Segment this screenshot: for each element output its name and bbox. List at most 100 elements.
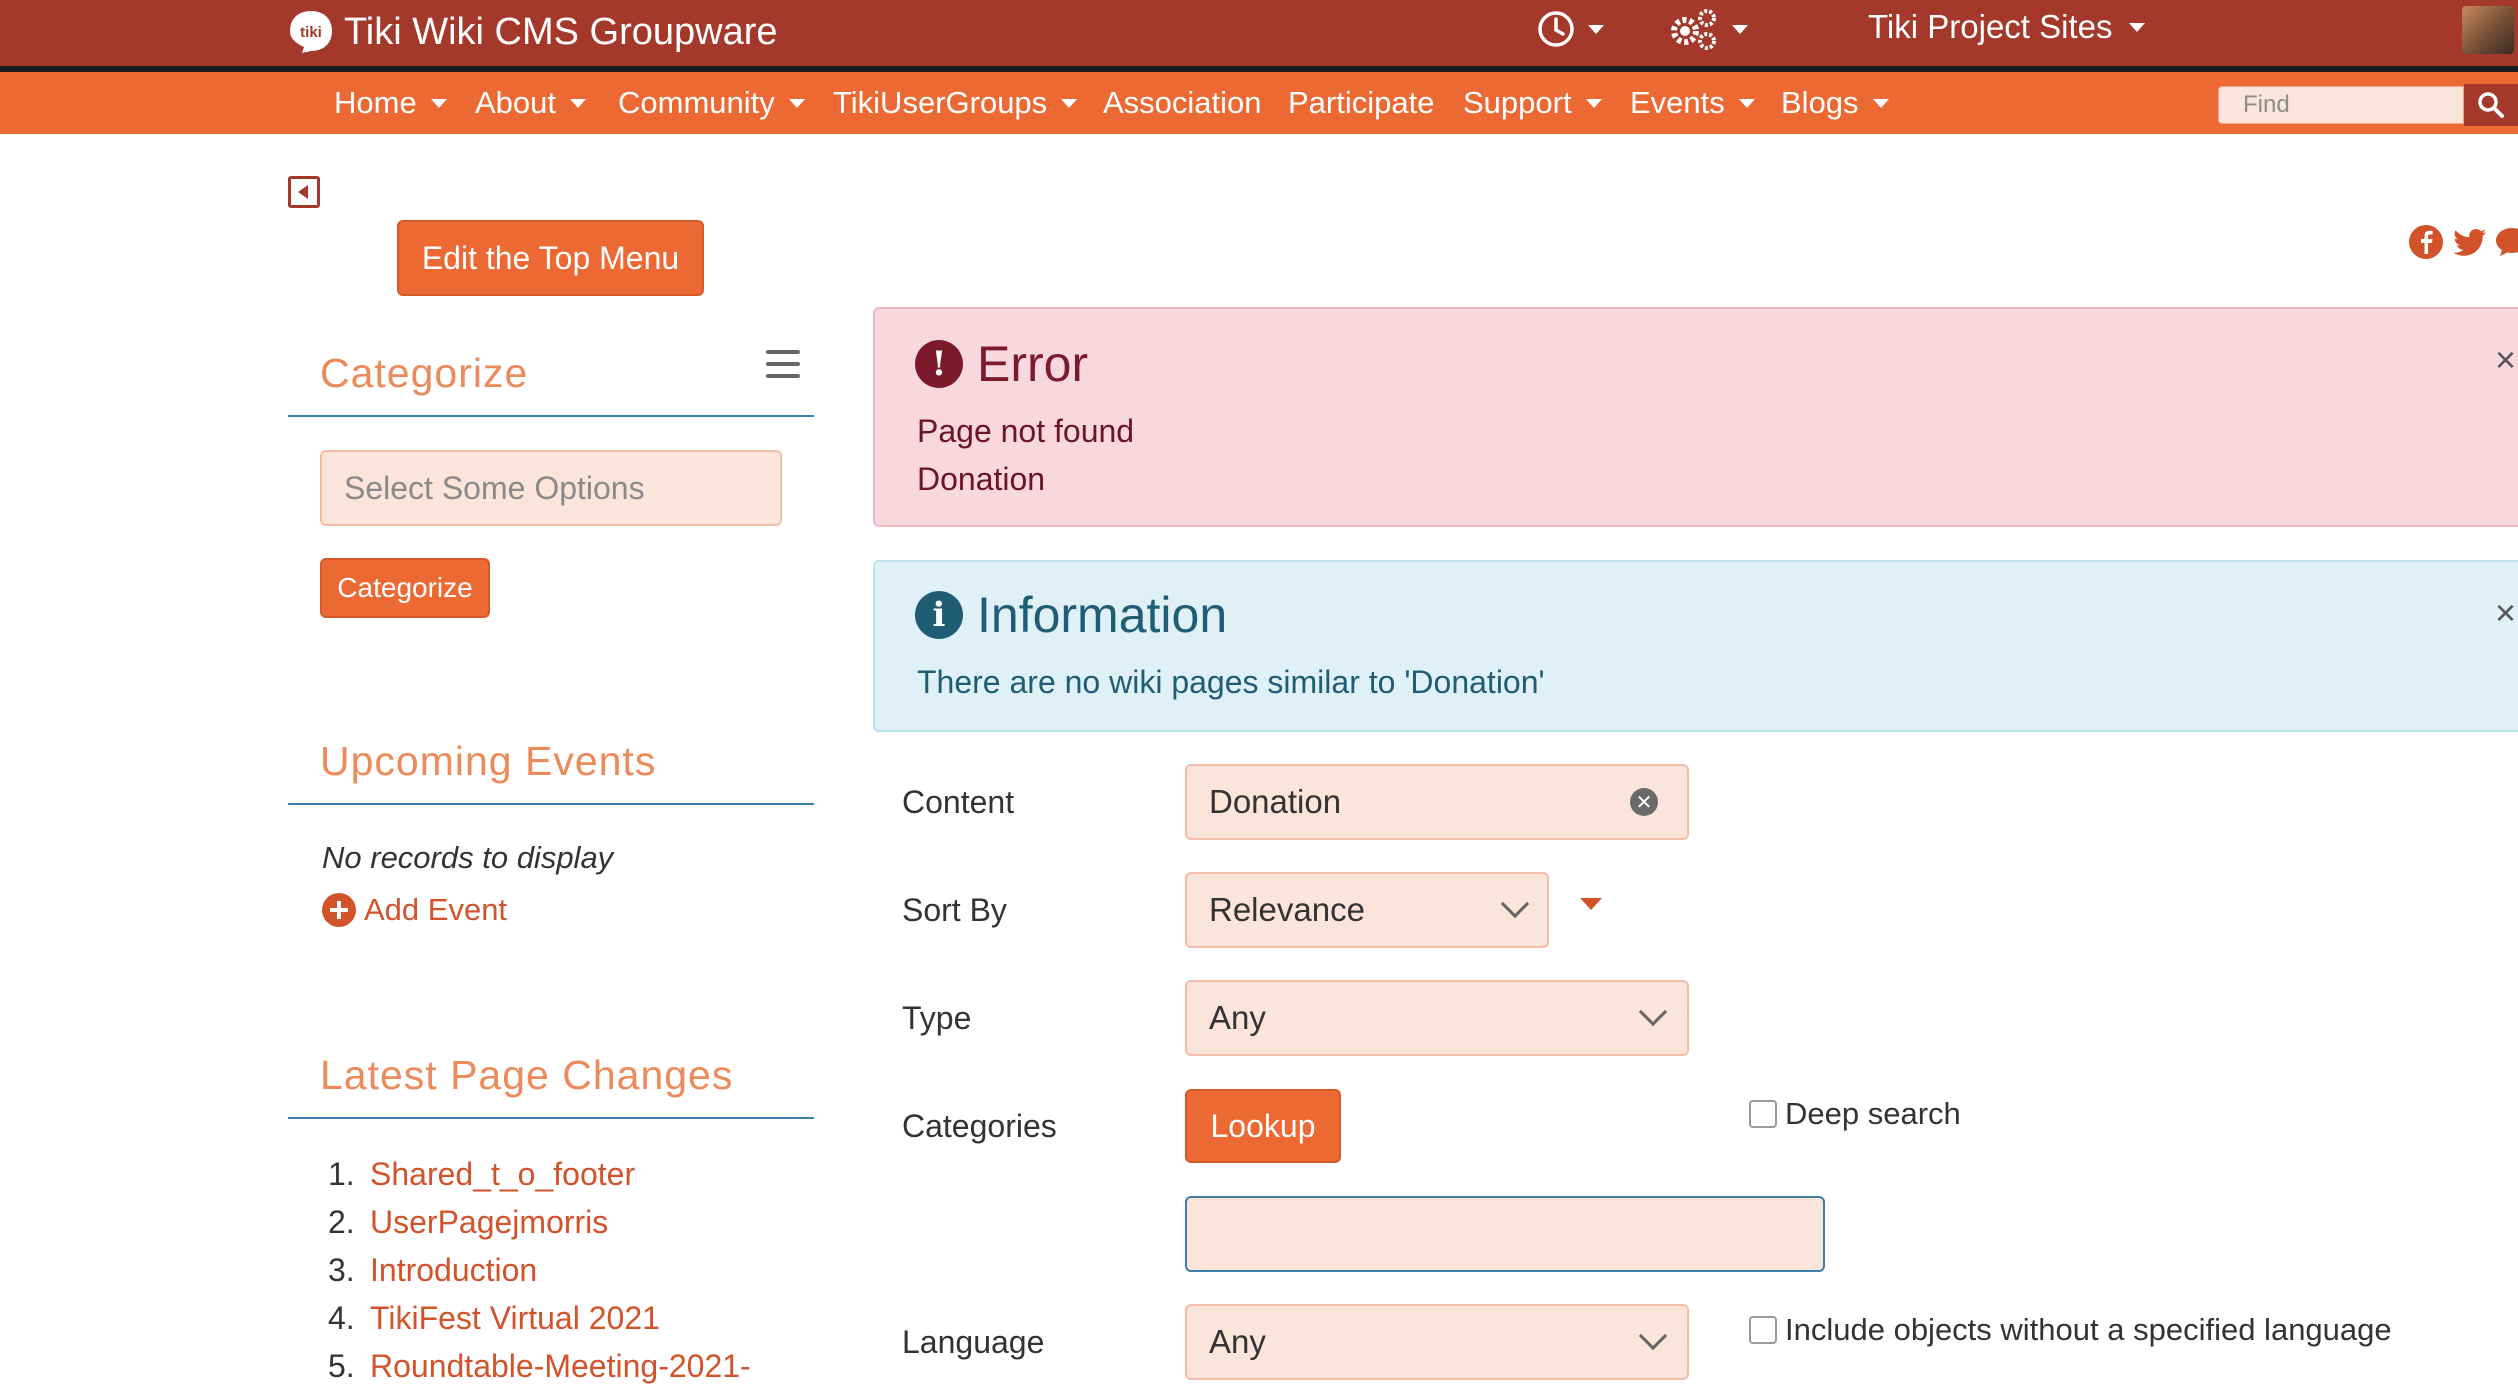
chevron-down-icon xyxy=(1500,889,1530,919)
project-sites-menu[interactable]: Tiki Project Sites xyxy=(1868,4,2145,50)
site-brand[interactable]: tiki Tiki Wiki CMS Groupware xyxy=(288,6,778,58)
error-alert-heading: ! Error xyxy=(915,335,1088,393)
include-no-language-checkbox[interactable] xyxy=(1749,1316,1777,1344)
gears-icon xyxy=(1671,9,1716,50)
chevron-down-icon xyxy=(1732,24,1748,34)
nav-item-association[interactable]: Association xyxy=(1103,72,1262,134)
latest-changes-list: 1. Shared_t_o_footer 2. UserPagejmorris 3.… xyxy=(328,1150,751,1384)
collapse-sidebar-button[interactable] xyxy=(288,176,320,208)
chat-icon[interactable] xyxy=(2494,224,2518,260)
nav-label: Home xyxy=(334,85,417,120)
info-title: Information xyxy=(977,587,1228,643)
latest-changes-title: Latest Page Changes xyxy=(320,1052,734,1098)
module-divider xyxy=(288,415,814,417)
page-link[interactable]: TikiFest Virtual 2021 xyxy=(370,1300,660,1337)
nav-item-tikiusergroups[interactable]: TikiUserGroups xyxy=(833,72,1078,134)
deep-search-checkbox[interactable] xyxy=(1749,1100,1777,1128)
chevron-down-icon xyxy=(2128,22,2145,32)
list-number: 2. xyxy=(328,1203,355,1240)
exclamation-circle-icon: ! xyxy=(915,340,963,388)
search-icon xyxy=(2478,92,2504,118)
plus-circle-icon xyxy=(322,893,356,927)
close-icon[interactable]: × xyxy=(2495,339,2516,381)
nav-item-participate[interactable]: Participate xyxy=(1288,72,1434,134)
chevron-down-icon xyxy=(788,98,805,108)
clear-icon[interactable]: ✕ xyxy=(1630,788,1658,816)
page-link[interactable]: Shared_t_o_footer xyxy=(370,1156,635,1193)
facebook-icon[interactable] xyxy=(2408,224,2444,260)
language-select[interactable]: Any xyxy=(1185,1304,1689,1380)
list-item: 2. UserPagejmorris xyxy=(328,1198,751,1246)
language-label: Language xyxy=(902,1324,1045,1360)
add-event-label: Add Event xyxy=(364,892,508,927)
chevron-down-icon xyxy=(1738,98,1755,108)
categorize-button[interactable]: Categorize xyxy=(320,558,490,618)
close-icon[interactable]: × xyxy=(2495,592,2516,634)
list-number: 1. xyxy=(328,1155,355,1192)
nav-item-support[interactable]: Support xyxy=(1463,72,1602,134)
content-value: Donation xyxy=(1209,783,1342,820)
sort-order-toggle[interactable] xyxy=(1580,898,1602,910)
page-link[interactable]: Introduction xyxy=(370,1252,537,1289)
type-label: Type xyxy=(902,1000,972,1036)
deep-search-label: Deep search xyxy=(1785,1096,1961,1131)
nav-item-home[interactable]: Home xyxy=(334,72,447,134)
info-circle-icon: i xyxy=(915,591,963,639)
sort-by-label: Sort By xyxy=(902,892,1007,928)
chevron-down-icon xyxy=(1638,997,1668,1027)
edit-top-menu-button[interactable]: Edit the Top Menu xyxy=(397,220,704,296)
svg-text:tiki: tiki xyxy=(300,24,322,41)
twitter-icon[interactable] xyxy=(2452,224,2488,260)
chevron-down-icon xyxy=(570,98,587,108)
list-number: 5. xyxy=(328,1347,355,1384)
chevron-down-icon xyxy=(430,98,447,108)
category-select[interactable]: Select Some Options xyxy=(320,450,782,526)
page-link[interactable]: Roundtable-Meeting-2021- xyxy=(370,1348,751,1384)
chevron-down-icon xyxy=(1585,98,1602,108)
nav-item-about[interactable]: About xyxy=(475,72,587,134)
nav-label: Support xyxy=(1463,85,1572,120)
add-event-link[interactable]: Add Event xyxy=(322,890,507,930)
language-value: Any xyxy=(1209,1323,1266,1360)
information-alert: i Information There are no wiki pages si… xyxy=(873,560,2518,732)
nav-label: Events xyxy=(1630,85,1725,120)
user-avatar[interactable] xyxy=(2462,6,2514,54)
type-select[interactable]: Any xyxy=(1185,980,1689,1056)
page-link[interactable]: UserPagejmorris xyxy=(370,1204,608,1241)
site-title: Tiki Wiki CMS Groupware xyxy=(344,10,778,53)
error-alert: ! Error Page not found Donation × xyxy=(873,307,2518,527)
nav-item-blogs[interactable]: Blogs xyxy=(1781,72,1889,134)
categorize-module-title: Categorize xyxy=(320,350,529,396)
nav-item-community[interactable]: Community xyxy=(618,72,805,134)
type-value: Any xyxy=(1209,999,1266,1036)
tiki-logo-icon: tiki xyxy=(290,11,332,53)
category-select-placeholder: Select Some Options xyxy=(344,469,645,506)
nav-label: About xyxy=(475,85,557,120)
chevron-down-icon xyxy=(1061,98,1078,108)
sort-by-select[interactable]: Relevance xyxy=(1185,872,1549,948)
chevron-down-icon xyxy=(1872,98,1889,108)
list-item: 5. Roundtable-Meeting-2021- xyxy=(328,1342,751,1384)
search-button[interactable] xyxy=(2464,84,2518,126)
search-input[interactable]: Find xyxy=(2218,86,2464,124)
project-sites-label: Tiki Project Sites xyxy=(1868,8,2113,45)
no-records-text: No records to display xyxy=(322,840,614,875)
error-title: Error xyxy=(977,336,1089,392)
admin-menu[interactable] xyxy=(1668,6,1748,52)
nav-label: Participate xyxy=(1288,85,1435,120)
content-label: Content xyxy=(902,784,1015,820)
list-number: 4. xyxy=(328,1299,355,1336)
module-menu-icon[interactable] xyxy=(766,350,800,378)
history-menu[interactable] xyxy=(1536,6,1604,52)
search-placeholder: Find xyxy=(2243,91,2290,118)
error-page-name: Donation xyxy=(917,461,1046,497)
nav-item-events[interactable]: Events xyxy=(1630,72,1755,134)
nav-label: Association xyxy=(1103,85,1262,120)
content-input[interactable]: Donation xyxy=(1185,764,1689,840)
upcoming-events-title: Upcoming Events xyxy=(320,738,657,784)
info-message: There are no wiki pages similar to 'Dona… xyxy=(917,664,1545,700)
categories-label: Categories xyxy=(902,1108,1057,1144)
categories-input[interactable] xyxy=(1185,1196,1825,1272)
lookup-button[interactable]: Lookup xyxy=(1185,1089,1341,1163)
sort-by-value: Relevance xyxy=(1209,891,1365,928)
